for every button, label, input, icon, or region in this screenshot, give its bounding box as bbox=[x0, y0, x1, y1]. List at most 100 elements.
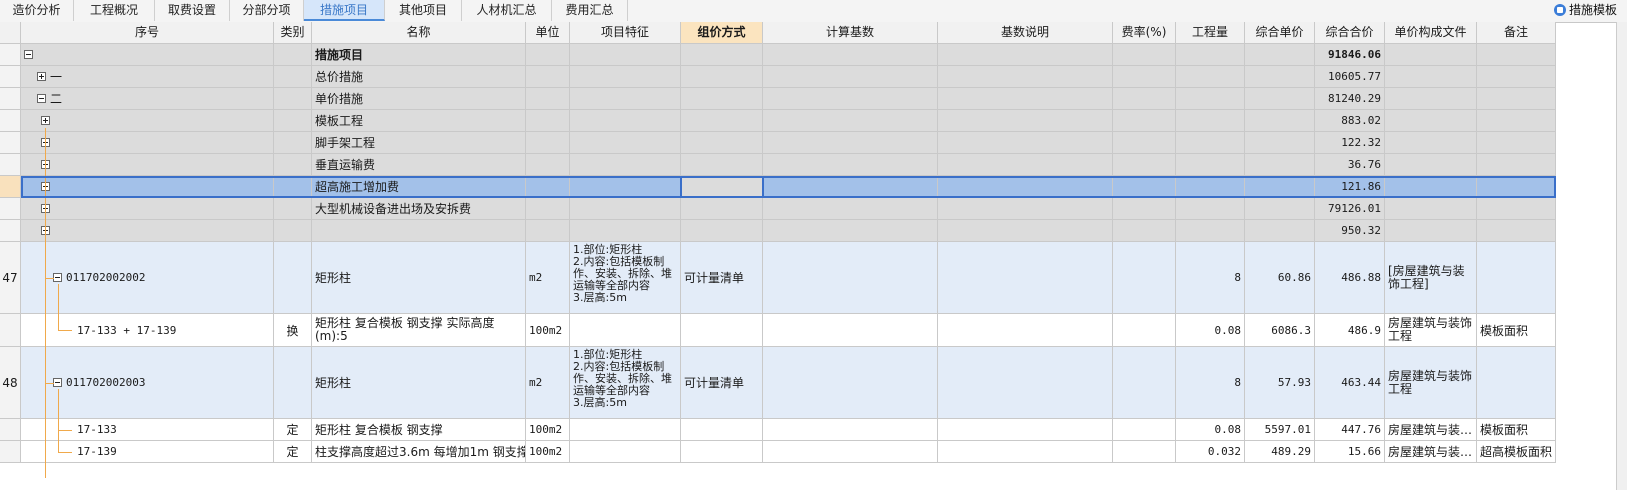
row-method-cell[interactable] bbox=[681, 419, 763, 441]
row-header[interactable] bbox=[0, 419, 21, 441]
row-method-cell[interactable] bbox=[681, 314, 763, 347]
col-header-qty[interactable]: 工程量 bbox=[1176, 22, 1245, 44]
row-note-cell[interactable] bbox=[1477, 66, 1556, 88]
row-feature-cell[interactable] bbox=[570, 419, 681, 441]
col-header-rate[interactable]: 费率(%) bbox=[1113, 22, 1176, 44]
col-header-feature[interactable]: 项目特征 bbox=[570, 22, 681, 44]
row-file-cell[interactable] bbox=[1385, 44, 1477, 66]
row-note-cell[interactable] bbox=[1477, 198, 1556, 220]
row-base-cell[interactable] bbox=[763, 154, 938, 176]
row-base-desc-cell[interactable] bbox=[938, 132, 1113, 154]
row-type-cell[interactable] bbox=[274, 110, 312, 132]
row-base-cell[interactable] bbox=[763, 220, 938, 242]
col-header-total[interactable]: 综合合价 bbox=[1315, 22, 1385, 44]
row-qty-cell[interactable]: 0.08 bbox=[1176, 419, 1245, 441]
row-file-cell[interactable]: 房屋建筑与装饰工程 bbox=[1385, 314, 1477, 347]
row-feature-cell[interactable]: 1.部位:矩形柱 2.内容:包括模板制作、安装、拆除、堆运输等全部内容 3.层高… bbox=[570, 347, 681, 419]
row-note-cell[interactable] bbox=[1477, 132, 1556, 154]
row-name-cell[interactable]: 模板工程 bbox=[312, 110, 526, 132]
row-code-cell[interactable] bbox=[21, 132, 274, 154]
row-name-cell[interactable] bbox=[312, 220, 526, 242]
expand-icon[interactable] bbox=[37, 72, 46, 81]
row-note-cell[interactable]: 模板面积 bbox=[1477, 314, 1556, 347]
row-header[interactable] bbox=[0, 314, 21, 347]
row-rate-cell[interactable] bbox=[1113, 314, 1176, 347]
row-qty-cell[interactable] bbox=[1176, 154, 1245, 176]
row-method-cell[interactable] bbox=[681, 66, 763, 88]
row-method-cell[interactable]: 可计量清单 bbox=[681, 242, 763, 314]
row-rate-cell[interactable] bbox=[1113, 347, 1176, 419]
col-header-no[interactable]: 序号 bbox=[21, 22, 274, 44]
row-feature-cell[interactable] bbox=[570, 154, 681, 176]
row-qty-cell[interactable] bbox=[1176, 220, 1245, 242]
tab-cost-analysis[interactable]: 造价分析 bbox=[0, 0, 74, 21]
tab-sub-items[interactable]: 分部分项 bbox=[230, 0, 304, 21]
row-price-cell[interactable]: 489.29 bbox=[1245, 441, 1315, 463]
row-total-cell[interactable]: 36.76 bbox=[1315, 154, 1385, 176]
row-header[interactable] bbox=[0, 176, 21, 198]
row-file-cell[interactable] bbox=[1385, 220, 1477, 242]
tab-cost-summary[interactable]: 费用汇总 bbox=[552, 0, 628, 21]
row-base-cell[interactable] bbox=[763, 176, 938, 198]
row-method-cell[interactable] bbox=[681, 441, 763, 463]
row-price-cell[interactable] bbox=[1245, 88, 1315, 110]
row-note-cell[interactable]: 模板面积 bbox=[1477, 419, 1556, 441]
row-file-cell[interactable] bbox=[1385, 110, 1477, 132]
row-total-cell[interactable]: 10605.77 bbox=[1315, 66, 1385, 88]
row-note-cell[interactable]: 超高模板面积 bbox=[1477, 441, 1556, 463]
row-feature-cell[interactable] bbox=[570, 176, 681, 198]
row-qty-cell[interactable]: 0.032 bbox=[1176, 441, 1245, 463]
row-base-desc-cell[interactable] bbox=[938, 242, 1113, 314]
row-unit-cell[interactable] bbox=[526, 88, 570, 110]
row-qty-cell[interactable]: 0.08 bbox=[1176, 314, 1245, 347]
row-unit-cell[interactable]: 100m2 bbox=[526, 419, 570, 441]
row-price-cell[interactable] bbox=[1245, 198, 1315, 220]
col-header-note[interactable]: 备注 bbox=[1477, 22, 1556, 44]
row-unit-cell[interactable]: m2 bbox=[526, 242, 570, 314]
row-file-cell[interactable] bbox=[1385, 176, 1477, 198]
row-file-cell[interactable] bbox=[1385, 198, 1477, 220]
row-price-cell[interactable] bbox=[1245, 110, 1315, 132]
row-total-cell[interactable]: 122.32 bbox=[1315, 132, 1385, 154]
row-total-cell[interactable]: 15.66 bbox=[1315, 441, 1385, 463]
row-code-cell[interactable]: 一 bbox=[21, 66, 274, 88]
row-price-cell[interactable] bbox=[1245, 154, 1315, 176]
row-header[interactable] bbox=[0, 110, 21, 132]
row-base-desc-cell[interactable] bbox=[938, 347, 1113, 419]
vertical-scrollbar[interactable] bbox=[1616, 22, 1627, 490]
row-name-cell[interactable]: 大型机械设备进出场及安拆费 bbox=[312, 198, 526, 220]
row-type-cell[interactable] bbox=[274, 220, 312, 242]
row-qty-cell[interactable] bbox=[1176, 66, 1245, 88]
row-price-cell[interactable]: 5597.01 bbox=[1245, 419, 1315, 441]
row-method-cell[interactable] bbox=[681, 220, 763, 242]
row-base-cell[interactable] bbox=[763, 441, 938, 463]
row-qty-cell[interactable] bbox=[1176, 176, 1245, 198]
row-rate-cell[interactable] bbox=[1113, 176, 1176, 198]
row-note-cell[interactable] bbox=[1477, 242, 1556, 314]
row-method-cell[interactable] bbox=[681, 132, 763, 154]
row-rate-cell[interactable] bbox=[1113, 44, 1176, 66]
row-base-cell[interactable] bbox=[763, 347, 938, 419]
row-name-cell[interactable]: 矩形柱 bbox=[312, 347, 526, 419]
tab-materials-summary[interactable]: 人材机汇总 bbox=[462, 0, 552, 21]
row-type-cell[interactable]: 换 bbox=[274, 314, 312, 347]
tab-project-overview[interactable]: 工程概况 bbox=[74, 0, 155, 21]
collapse-icon[interactable] bbox=[24, 50, 33, 59]
row-file-cell[interactable] bbox=[1385, 66, 1477, 88]
row-price-cell[interactable] bbox=[1245, 176, 1315, 198]
row-rate-cell[interactable] bbox=[1113, 220, 1176, 242]
row-total-cell[interactable]: 950.32 bbox=[1315, 220, 1385, 242]
row-unit-cell[interactable]: m2 bbox=[526, 347, 570, 419]
row-type-cell[interactable]: 定 bbox=[274, 441, 312, 463]
row-price-cell[interactable] bbox=[1245, 44, 1315, 66]
col-header-unit-price[interactable]: 综合单价 bbox=[1245, 22, 1315, 44]
row-base-desc-cell[interactable] bbox=[938, 154, 1113, 176]
row-type-cell[interactable] bbox=[274, 347, 312, 419]
row-type-cell[interactable]: 定 bbox=[274, 419, 312, 441]
row-name-cell[interactable]: 总价措施 bbox=[312, 66, 526, 88]
row-unit-cell[interactable]: 100m2 bbox=[526, 314, 570, 347]
row-rate-cell[interactable] bbox=[1113, 132, 1176, 154]
row-name-cell[interactable]: 单价措施 bbox=[312, 88, 526, 110]
row-note-cell[interactable] bbox=[1477, 154, 1556, 176]
row-feature-cell[interactable] bbox=[570, 220, 681, 242]
